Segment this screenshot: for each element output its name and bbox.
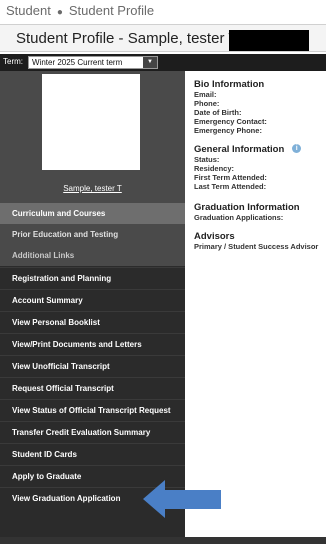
advisors-title: Advisors — [194, 231, 235, 242]
sidebar: Sample, tester T Curriculum and Courses … — [0, 71, 185, 537]
general-last-term-label: Last Term Attended: — [194, 182, 267, 191]
general-first-term-label: First Term Attended: — [194, 173, 267, 182]
breadcrumb: Student ● Student Profile — [6, 3, 154, 18]
general-residency-label: Residency: — [194, 164, 235, 173]
term-label: Term: — [3, 57, 23, 66]
bio-title: Bio Information — [194, 79, 265, 90]
term-bar: Term: Winter 2025 Current term ▼ — [0, 54, 326, 71]
graduation-applications-label: Graduation Applications: — [194, 213, 284, 222]
info-icon[interactable]: i — [292, 144, 302, 153]
nav-item-request-transcript[interactable]: Request Official Transcript — [0, 377, 185, 398]
bottom-strip — [0, 537, 326, 544]
redaction-block — [229, 30, 309, 51]
nav-section-curriculum[interactable]: Curriculum and Courses — [0, 203, 185, 224]
bio-emergency-contact-label: Emergency Contact: — [194, 117, 267, 126]
breadcrumb-student-profile[interactable]: Student Profile — [69, 3, 154, 18]
nav-section-additional-links[interactable]: Additional Links — [0, 245, 185, 266]
general-title-text: General Information — [194, 144, 285, 155]
chevron-down-icon[interactable]: ▼ — [143, 57, 157, 68]
bio-phone-label: Phone: — [194, 99, 220, 108]
arrow-pointer-icon — [143, 480, 221, 518]
nav-section-prior-education[interactable]: Prior Education and Testing — [0, 224, 185, 245]
bio-dob-label: Date of Birth: — [194, 108, 242, 117]
nav-item-transcript-status[interactable]: View Status of Official Transcript Reque… — [0, 399, 185, 420]
general-status-label: Status: — [194, 155, 220, 164]
advisors-primary-label: Primary / Student Success Advisor — [194, 242, 319, 251]
general-title: General Information i — [194, 144, 326, 155]
bio-email-label: Email: — [194, 90, 217, 99]
term-selected-value: Winter 2025 Current term — [32, 58, 123, 67]
student-photo — [42, 74, 140, 170]
nav-item-student-id[interactable]: Student ID Cards — [0, 443, 185, 464]
profile-content: Bio Information Email: Phone: Date of Bi… — [194, 79, 326, 251]
page-title: Student Profile - Sample, tester T — [16, 30, 238, 47]
nav-item-registration[interactable]: Registration and Planning — [0, 267, 185, 288]
student-photo-area: Sample, tester T — [0, 71, 185, 203]
nav-item-transfer-credit[interactable]: Transfer Credit Evaluation Summary — [0, 421, 185, 442]
bio-emergency-phone-label: Emergency Phone: — [194, 126, 262, 135]
student-name-link[interactable]: Sample, tester T — [0, 184, 185, 193]
nav-item-unofficial-transcript[interactable]: View Unofficial Transcript — [0, 355, 185, 376]
term-select[interactable]: Winter 2025 Current term ▼ — [28, 56, 158, 69]
nav-item-account-summary[interactable]: Account Summary — [0, 289, 185, 310]
nav-item-booklist[interactable]: View Personal Booklist — [0, 311, 185, 332]
breadcrumb-separator: ● — [56, 7, 63, 18]
graduation-title: Graduation Information — [194, 202, 300, 213]
nav-item-documents[interactable]: View/Print Documents and Letters — [0, 333, 185, 354]
breadcrumb-student[interactable]: Student — [6, 3, 51, 18]
